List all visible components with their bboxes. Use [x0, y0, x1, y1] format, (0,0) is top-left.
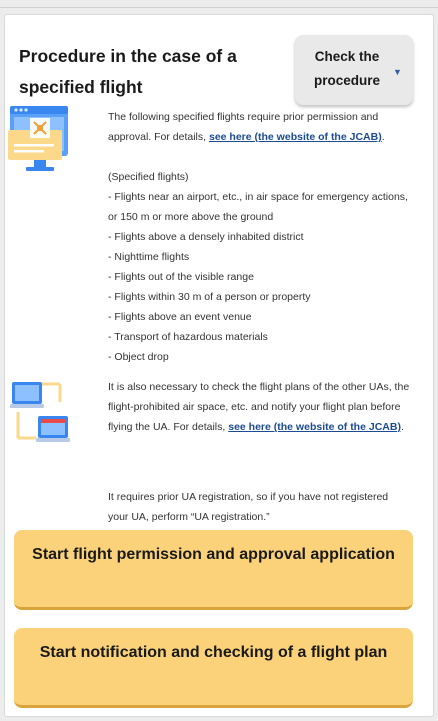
notify-end: . — [400, 421, 404, 433]
check-procedure-label: Check the procedure — [313, 49, 381, 88]
list-item: - Transport of hazardous materials — [108, 331, 268, 343]
intro-end: . — [381, 131, 385, 143]
list-item: - Flights above a densely inhabited dist… — [108, 231, 304, 243]
notify-text: It is also necessary to check the flight… — [108, 377, 410, 437]
start-notification-button[interactable]: Start notification and checking of a fli… — [14, 628, 413, 708]
start-permission-button[interactable]: Start flight permission and approval app… — [14, 530, 413, 610]
check-procedure-button[interactable]: Check the procedure ▼ — [295, 35, 413, 105]
intro-text: The following specified flights require … — [108, 107, 410, 147]
connected-laptops-icon — [10, 382, 70, 442]
page-title: Procedure in the case of a specified fli… — [19, 46, 237, 97]
list-item: - Flights above an event venue — [108, 311, 252, 323]
registration-text: It requires prior UA registration, so if… — [108, 491, 389, 523]
chevron-down-icon: ▼ — [393, 67, 402, 77]
list-item: - Flights out of the visible range — [108, 271, 254, 283]
specified-heading: (Specified flights) — [108, 171, 189, 183]
list-item: - Nighttime flights — [108, 251, 190, 263]
drone-screen-icon — [8, 106, 68, 171]
specified-flights-list: (Specified flights) - Flights near an ai… — [108, 167, 410, 367]
list-item: - Flights within 30 m of a person or pro… — [108, 291, 311, 303]
jcab-link-2[interactable]: see here (the website of the JCAB) — [228, 421, 401, 433]
list-item: - Object drop — [108, 351, 169, 363]
top-bar — [0, 0, 438, 8]
jcab-link-1[interactable]: see here (the website of the JCAB) — [209, 131, 382, 143]
list-item: - Flights near an airport, etc., in air … — [108, 191, 408, 223]
